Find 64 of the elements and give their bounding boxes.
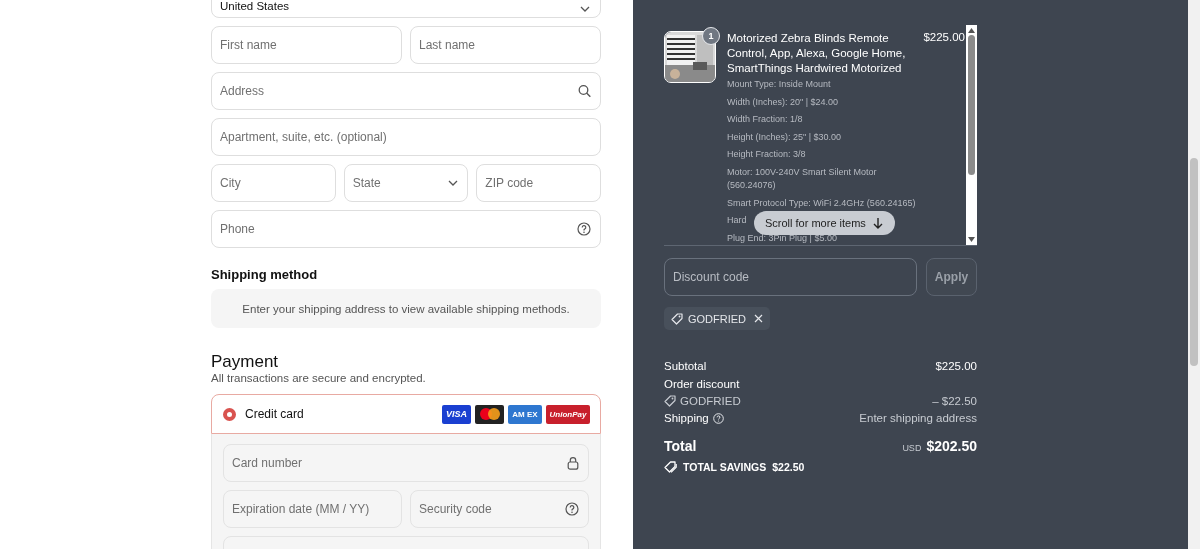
- summary-label: Order discount: [664, 378, 740, 390]
- arrow-down-icon: [872, 217, 883, 229]
- lock-icon: [567, 456, 579, 470]
- summary-value: $225.00: [935, 360, 977, 372]
- tags-icon: [664, 461, 677, 473]
- input-field[interactable]: Apartment, suite, etc. (optional): [211, 118, 601, 156]
- product-option: Hard: [727, 214, 747, 228]
- product-option: Mount Type: Inside Mount: [727, 78, 831, 91]
- help-icon: [577, 222, 591, 236]
- scrollbar[interactable]: [966, 25, 977, 245]
- product-option: Motor: 100V-240V Smart Silent Motor (560.24076): [727, 165, 924, 192]
- visa-logo: VISA: [442, 404, 471, 424]
- quantity-badge: 1: [702, 27, 720, 45]
- scroll-down-icon: [968, 237, 975, 242]
- unionpay-logo: UnionPay: [546, 404, 590, 424]
- amex-logo: AM EX: [508, 404, 542, 424]
- search-icon: [578, 84, 591, 98]
- section-subtitle: All transactions are secure and encrypted.: [211, 372, 427, 384]
- product-title: Motorized Zebra Blinds Remote Control, App, Alexa, Google Home, SmartThings Hardwired Motorized: [727, 31, 907, 76]
- help-icon: [712, 412, 724, 424]
- summary-value: Enter shipping address: [859, 412, 977, 424]
- shipping-notice: Enter your shipping address to view available shipping methods.: [211, 289, 601, 328]
- product-price: $225.00: [923, 31, 965, 45]
- product-option: Height (Inches): 25" | $30.00: [727, 130, 842, 144]
- input-field[interactable]: Phone: [211, 210, 601, 248]
- total-label: Total: [664, 438, 697, 454]
- summary-label: GODFRIED: [680, 395, 741, 407]
- input-field[interactable]: First name: [211, 26, 402, 64]
- input-field[interactable]: Security code: [410, 490, 589, 528]
- country-select[interactable]: United States: [211, 0, 601, 18]
- tag-icon: [671, 312, 683, 325]
- product-option: Width Fraction: 1/8: [727, 113, 803, 127]
- chevron-down-icon: [580, 6, 590, 12]
- product-option: Width (Inches): 20" | $24.00: [727, 95, 839, 109]
- currency-code: USD: [902, 443, 922, 453]
- remove-button[interactable]: [754, 314, 764, 323]
- state-select[interactable]: State: [343, 164, 469, 202]
- section-heading: Payment: [211, 352, 280, 372]
- summary-label: Shipping: [664, 412, 709, 424]
- input-field[interactable]: ZIP code: [476, 164, 601, 202]
- input-field[interactable]: Last name: [410, 26, 601, 64]
- option-label: Credit card: [245, 407, 305, 421]
- scroll-hint-button[interactable]: Scroll for more items: [754, 211, 895, 235]
- section-heading: Shipping method: [211, 267, 319, 282]
- input-field[interactable]: City: [211, 164, 336, 202]
- savings-value: $22.50: [772, 461, 805, 473]
- tag-icon: [664, 395, 676, 407]
- close-icon: [754, 314, 764, 323]
- product-option: Height Fraction: 3/8: [727, 148, 806, 162]
- radio-button[interactable]: [223, 407, 236, 421]
- summary-value: – $22.50: [932, 395, 977, 407]
- discount-code: GODFRIED: [688, 312, 747, 325]
- scroll-up-icon: [968, 28, 975, 33]
- savings-label: TOTAL SAVINGS: [683, 461, 767, 473]
- summary-label: Subtotal: [664, 360, 707, 372]
- input-field[interactable]: Expiration date (MM / YY): [223, 490, 402, 528]
- input-field[interactable]: Address: [211, 72, 601, 110]
- help-icon: [565, 502, 579, 516]
- scrollbar[interactable]: [1188, 0, 1200, 549]
- chevron-down-icon: [448, 180, 459, 186]
- total-value: $202.50: [926, 438, 977, 454]
- scrollbar-thumb[interactable]: [968, 35, 975, 175]
- product-option: Smart Protocol Type: WiFi 2.4GHz (560.24165): [727, 196, 916, 210]
- input-field[interactable]: Card number: [223, 444, 589, 482]
